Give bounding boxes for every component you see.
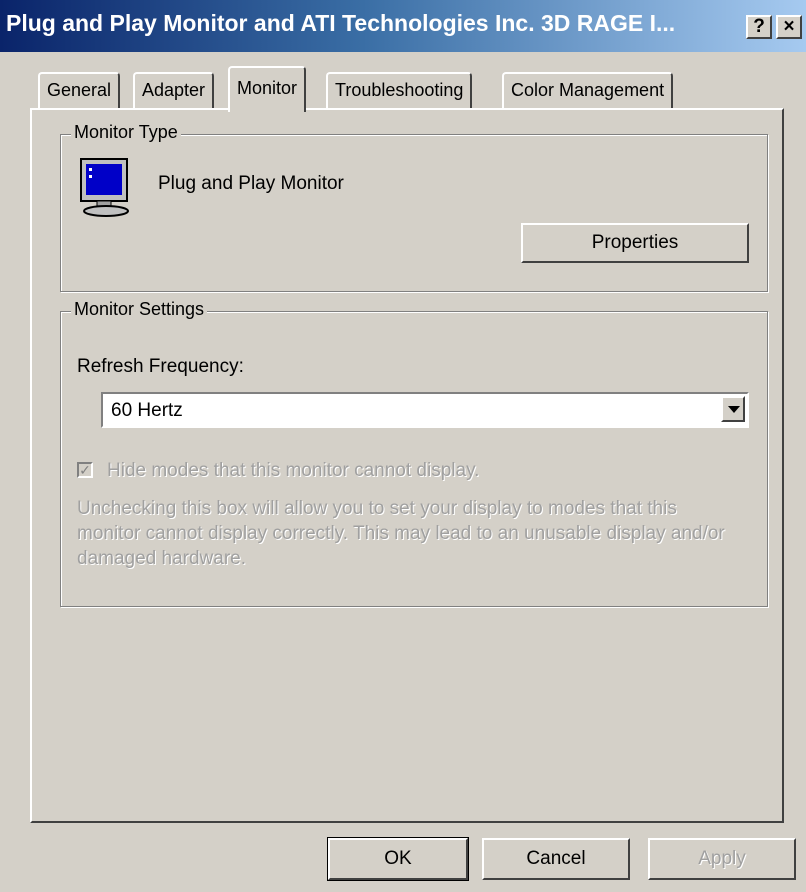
window-title: Plug and Play Monitor and ATI Technologi… [6,10,676,36]
monitor-tab-panel: Monitor Type Plug and Play Monitor Prope… [30,108,784,823]
tab-general[interactable]: General [38,72,121,108]
chevron-down-icon[interactable] [721,396,745,422]
hide-modes-label: Hide modes that this monitor cannot disp… [107,460,480,481]
hide-modes-warning: Unchecking this box will allow you to se… [77,498,725,569]
hide-modes-checkbox[interactable]: ✓ [77,462,93,478]
tab-color-management[interactable]: Color Management [502,72,674,108]
monitor-settings-legend: Monitor Settings [71,299,208,320]
tab-monitor[interactable]: Monitor [228,66,307,112]
monitor-type-legend: Monitor Type [71,122,181,143]
apply-button[interactable]: Apply [648,838,796,880]
close-button[interactable]: × [776,15,802,39]
title-bar[interactable]: Plug and Play Monitor and ATI Technologi… [0,0,806,52]
properties-button[interactable]: Properties [521,223,749,263]
ok-button[interactable]: OK [327,837,469,881]
monitor-settings-group: Monitor Settings Refresh Frequency: 60 H… [60,299,768,607]
monitor-icon [79,157,133,217]
monitor-name: Plug and Play Monitor [158,173,344,194]
help-button[interactable]: ? [746,15,772,39]
refresh-frequency-label: Refresh Frequency: [77,356,244,377]
monitor-type-group: Monitor Type Plug and Play Monitor Prope… [60,122,768,292]
refresh-frequency-value: 60 Hertz [111,400,183,421]
tab-adapter[interactable]: Adapter [133,72,215,108]
tab-troubleshooting[interactable]: Troubleshooting [326,72,473,108]
refresh-frequency-select[interactable]: 60 Hertz [101,392,749,428]
cancel-button[interactable]: Cancel [482,838,630,880]
